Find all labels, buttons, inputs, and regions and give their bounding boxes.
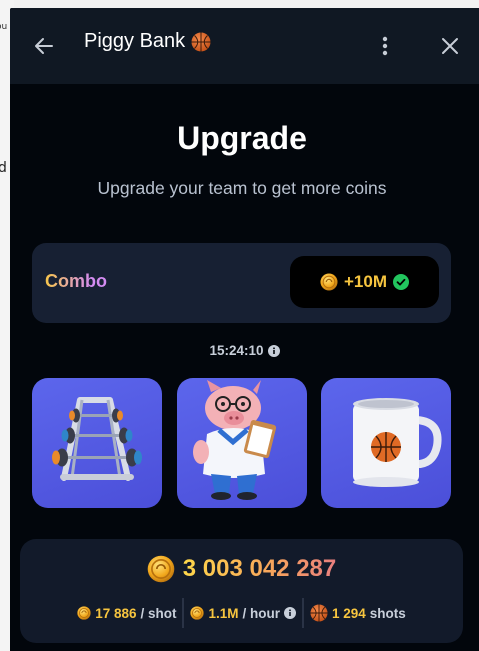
coin-icon bbox=[147, 555, 175, 583]
per-shot-value: 17 886 bbox=[95, 605, 137, 621]
close-icon[interactable] bbox=[440, 36, 460, 56]
titlebar: Piggy Bank bbox=[10, 8, 479, 84]
app-title: Piggy Bank bbox=[84, 30, 211, 53]
balance-value: 3 003 042 287 bbox=[182, 555, 337, 582]
page-title: Upgrade bbox=[177, 120, 307, 156]
shots-stat: 1 294 shots bbox=[304, 604, 412, 622]
per-hour-stat: 1.1M / hour bbox=[184, 606, 302, 621]
shots-unit: shots bbox=[369, 605, 406, 621]
per-hour-value: 1.1M bbox=[208, 605, 239, 621]
upgrade-page: Upgrade Upgrade your team to get more co… bbox=[10, 84, 479, 651]
info-icon[interactable] bbox=[267, 344, 280, 357]
combo-reward-value: +10M bbox=[344, 272, 387, 291]
check-circle-icon bbox=[393, 274, 409, 290]
balance-row: 3 003 042 287 bbox=[20, 555, 463, 583]
combo-card-dumbbell-rack[interactable] bbox=[32, 378, 162, 508]
arrow-left-icon[interactable] bbox=[32, 34, 56, 58]
background-text: ou bbox=[0, 22, 8, 32]
coin-icon bbox=[320, 273, 338, 291]
basketball-icon bbox=[310, 604, 328, 622]
basketball-mug-image bbox=[353, 398, 442, 487]
per-shot-unit: / shot bbox=[140, 605, 177, 621]
combo-timer: 15:24:10 bbox=[10, 343, 479, 358]
background-text: d bbox=[0, 160, 7, 176]
combo-reward-badge: +10M bbox=[290, 256, 439, 308]
per-hour-unit: / hour bbox=[242, 605, 281, 621]
combo-card-basketball-mug[interactable] bbox=[321, 378, 451, 508]
per-shot-stat: 17 886 / shot bbox=[71, 606, 182, 621]
combo-card-pig-coach[interactable] bbox=[177, 378, 307, 508]
page-subtitle: Upgrade your team to get more coins bbox=[97, 178, 387, 198]
pig-coach-image bbox=[193, 380, 277, 500]
stats-row: 17 886 / shot 1.1M / hour 1 294 shots bbox=[20, 597, 463, 629]
coin-icon bbox=[190, 606, 204, 620]
combo-label: Combo bbox=[45, 271, 107, 291]
shots-value: 1 294 bbox=[332, 605, 366, 621]
combo-card: Combo +10M bbox=[32, 243, 451, 323]
balance-card: 3 003 042 287 17 886 / shot 1.1M / hour bbox=[20, 539, 463, 643]
dumbbell-rack-image bbox=[52, 397, 142, 481]
basketball-icon bbox=[191, 32, 211, 52]
combo-cards bbox=[32, 378, 452, 508]
coin-icon bbox=[77, 606, 91, 620]
timer-value: 15:24:10 bbox=[209, 343, 264, 358]
info-icon[interactable] bbox=[284, 607, 296, 619]
more-vertical-icon[interactable] bbox=[377, 34, 393, 58]
app-title-text: Piggy Bank bbox=[84, 30, 186, 52]
app-window: Piggy Bank Upgrade Upgrade your team to … bbox=[10, 8, 479, 651]
